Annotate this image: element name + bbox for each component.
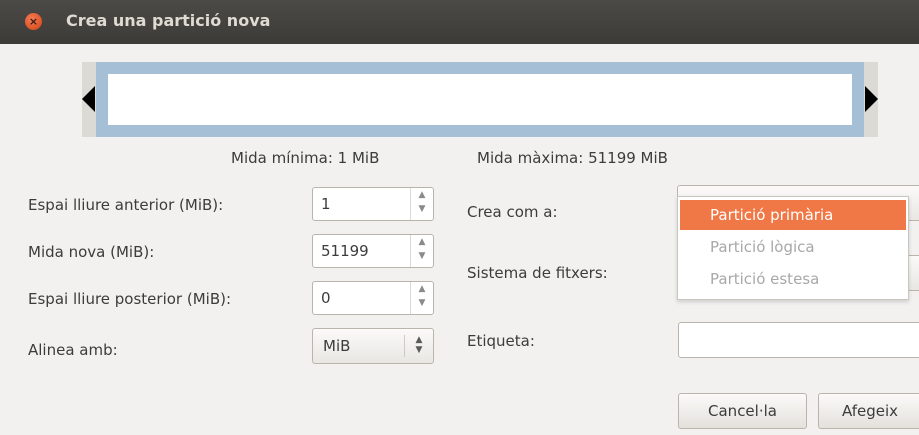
- min-size-text: Mida mínima: 1 MiB: [231, 149, 380, 167]
- free-before-stepper[interactable]: ▲ ▼: [410, 188, 433, 220]
- title-bar: × Crea una partició nova: [0, 0, 919, 44]
- create-as-label: Crea com a:: [467, 203, 558, 221]
- right-arrow-icon[interactable]: [865, 86, 878, 112]
- create-as-dropdown-menu: Partició primària Partició lògica Partic…: [677, 196, 909, 300]
- spin-down-icon[interactable]: ▼: [411, 296, 433, 310]
- new-size-label: Mida nova (MiB):: [28, 243, 155, 261]
- add-button[interactable]: Afegeix: [818, 393, 919, 429]
- free-before-value: 1: [321, 195, 331, 213]
- free-before-spin[interactable]: 1 ▲ ▼: [312, 187, 434, 221]
- align-combo-arrows: ▲ ▼: [404, 335, 433, 357]
- partition-bar-fill: [108, 74, 852, 125]
- free-after-spin[interactable]: 0 ▲ ▼: [312, 281, 434, 315]
- align-value: MiB: [323, 337, 351, 355]
- label-input[interactable]: [678, 322, 919, 358]
- max-size-text: Mida màxima: 51199 MiB: [477, 149, 668, 167]
- close-icon[interactable]: ×: [25, 13, 42, 30]
- spin-down-icon[interactable]: ▼: [411, 202, 433, 216]
- partition-bar[interactable]: [96, 62, 864, 137]
- spin-up-icon[interactable]: ▲: [411, 235, 433, 249]
- spin-down-icon[interactable]: ▼: [411, 249, 433, 263]
- free-after-label: Espai lliure posterior (MiB):: [28, 290, 232, 308]
- free-after-value: 0: [321, 289, 331, 307]
- free-before-label: Espai lliure anterior (MiB):: [28, 196, 224, 214]
- align-label: Alinea amb:: [28, 341, 118, 359]
- align-combo[interactable]: MiB ▲ ▼: [312, 328, 434, 364]
- menu-item-extended[interactable]: Partició estesa: [680, 264, 906, 294]
- partition-graph: [82, 62, 878, 137]
- new-size-spin[interactable]: 51199 ▲ ▼: [312, 234, 434, 268]
- left-arrow-icon[interactable]: [82, 86, 95, 112]
- window-title: Crea una partició nova: [66, 11, 271, 30]
- filesystem-label: Sistema de fitxers:: [467, 264, 608, 282]
- menu-item-logical[interactable]: Partició lògica: [680, 232, 906, 262]
- cancel-button[interactable]: Cancel·la: [678, 393, 807, 429]
- chevron-down-icon: ▼: [415, 345, 423, 355]
- spin-up-icon[interactable]: ▲: [411, 282, 433, 296]
- chevron-up-icon: ▲: [415, 335, 423, 345]
- free-after-stepper[interactable]: ▲ ▼: [410, 282, 433, 314]
- label-field-label: Etiqueta:: [467, 332, 535, 350]
- menu-item-primary[interactable]: Partició primària: [680, 200, 906, 230]
- new-size-stepper[interactable]: ▲ ▼: [410, 235, 433, 267]
- new-size-value: 51199: [321, 242, 369, 260]
- spin-up-icon[interactable]: ▲: [411, 188, 433, 202]
